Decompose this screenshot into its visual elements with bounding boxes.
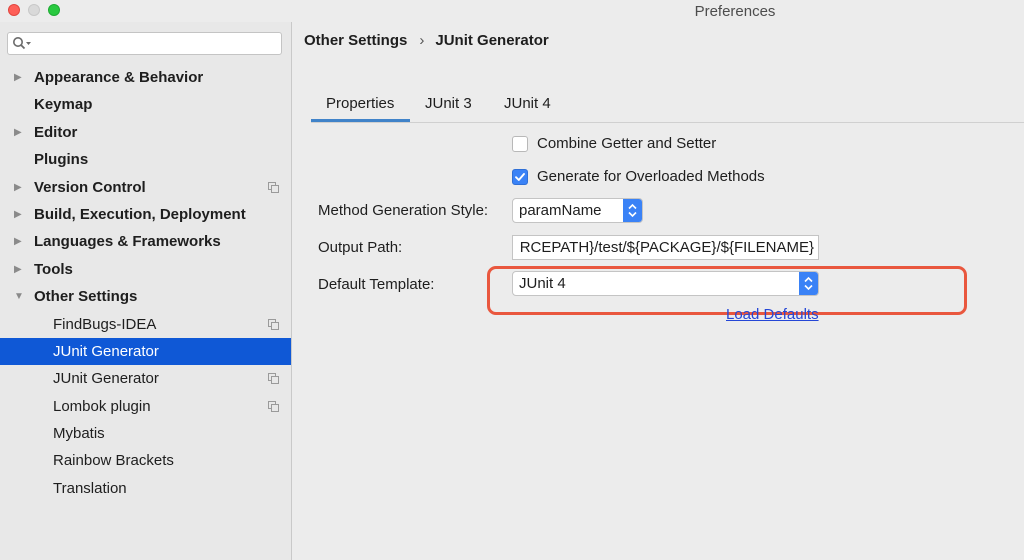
sidebar-item-translation[interactable]: Translation — [0, 475, 291, 502]
sidebar-item-label: Version Control — [34, 178, 146, 196]
method-generation-style-value: paramName — [519, 202, 602, 219]
sidebar-item-junit-generator[interactable]: JUnit Generator — [0, 365, 291, 392]
generate-overloaded-checkbox[interactable] — [512, 169, 528, 185]
load-defaults-link[interactable]: Load Defaults — [726, 306, 819, 323]
default-template-label: Default Template: — [318, 276, 435, 293]
output-path-field[interactable]: RCEPATH}/test/${PACKAGE}/${FILENAME} — [512, 235, 819, 260]
collapsed-arrow-icon[interactable]: ▶ — [14, 64, 22, 91]
search-icon — [13, 37, 31, 50]
sidebar-item-label: Appearance & Behavior — [34, 69, 204, 86]
sidebar-item-junit-generator[interactable]: JUnit Generator — [0, 337, 291, 366]
project-scope-icon — [268, 400, 279, 412]
settings-sidebar: ▶ Appearance & Behavior Keymap ▶ Editor Plugi… — [0, 22, 292, 560]
sidebar-item-other-settings[interactable]: ▼ Other Settings — [0, 283, 291, 310]
sidebar-item-lombok-plugin[interactable]: Lombok plugin — [0, 393, 291, 420]
sidebar-item-plugins[interactable]: Plugins — [0, 146, 291, 173]
sidebar-item-label: Editor — [34, 123, 78, 141]
sidebar-item-label: Plugins — [34, 151, 89, 169]
generate-overloaded-label[interactable]: Generate for Overloaded Methods — [537, 168, 765, 185]
tab-divider — [311, 122, 1024, 123]
minimize-window-button[interactable] — [28, 4, 40, 16]
sidebar-item-keymap[interactable]: Keymap — [0, 91, 291, 118]
sidebar-item-label: Build, Execution, Deployment — [34, 205, 246, 223]
tab-properties[interactable]: Properties — [311, 90, 410, 122]
breadcrumb-current: JUnit Generator — [435, 32, 549, 49]
sidebar-item-tools[interactable]: ▶ Tools — [0, 256, 291, 283]
settings-tree: ▶ Appearance & Behavior Keymap ▶ Editor Plugi… — [0, 64, 291, 502]
sidebar-item-languages-frameworks[interactable]: ▶ Languages & Frameworks — [0, 228, 291, 255]
output-path-value: RCEPATH}/test/${PACKAGE}/${FILENAME} — [519, 239, 814, 256]
tab-junit-4[interactable]: JUnit 4 — [489, 90, 566, 122]
sidebar-item-label: Keymap — [34, 96, 93, 114]
sidebar-item-version-control[interactable]: ▶ Version Control — [0, 174, 291, 201]
sidebar-item-editor[interactable]: ▶ Editor — [0, 119, 291, 146]
sidebar-item-mybatis[interactable]: Mybatis — [0, 420, 291, 447]
combine-getter-setter-label[interactable]: Combine Getter and Setter — [537, 135, 716, 152]
sidebar-item-rainbow-brackets[interactable]: Rainbow Brackets — [0, 447, 291, 474]
breadcrumb-separator: › — [419, 32, 425, 49]
sidebar-item-label: Languages & Frameworks — [34, 233, 221, 251]
collapsed-arrow-icon[interactable]: ▶ — [14, 201, 22, 228]
checkmark-icon — [515, 173, 525, 181]
sidebar-item-findbugs-idea[interactable]: FindBugs-IDEA — [0, 311, 291, 338]
select-stepper-icon — [623, 199, 642, 222]
collapsed-arrow-icon[interactable]: ▶ — [14, 256, 22, 283]
sidebar-item-build-execution-deployment[interactable]: ▶ Build, Execution, Deployment — [0, 201, 291, 228]
settings-search-input[interactable] — [7, 32, 282, 55]
window-title: Preferences — [694, 3, 776, 20]
method-generation-style-label: Method Generation Style: — [318, 202, 489, 219]
breadcrumb-parent[interactable]: Other Settings — [304, 32, 407, 49]
sidebar-item-label: JUnit Generator — [53, 370, 159, 388]
sidebar-item-label: Rainbow Brackets — [53, 452, 174, 470]
project-scope-icon — [268, 373, 279, 385]
sidebar-item-label: Lombok plugin — [53, 397, 151, 415]
combine-getter-setter-checkbox[interactable] — [512, 136, 528, 152]
method-generation-style-select[interactable]: paramName — [512, 198, 643, 223]
sidebar-item-label: FindBugs-IDEA — [53, 315, 157, 333]
output-path-label: Output Path: — [318, 239, 403, 256]
sidebar-item-label: Other Settings — [34, 288, 138, 306]
close-window-button[interactable] — [8, 4, 20, 16]
sidebar-item-label: Tools — [34, 260, 73, 278]
title-bar: Preferences — [0, 0, 1024, 22]
collapsed-arrow-icon[interactable]: ▶ — [14, 119, 22, 146]
sidebar-item-label: Translation — [53, 479, 127, 497]
tab-junit-3[interactable]: JUnit 3 — [410, 90, 487, 122]
sidebar-item-label: Mybatis — [53, 425, 105, 443]
collapsed-arrow-icon[interactable]: ▶ — [14, 228, 22, 255]
collapsed-arrow-icon[interactable]: ▶ — [14, 174, 22, 201]
breadcrumb: Other Settings › JUnit Generator — [304, 32, 549, 49]
maximize-window-button[interactable] — [48, 4, 60, 16]
project-scope-icon — [268, 318, 279, 330]
sidebar-item-appearance-behavior[interactable]: ▶ Appearance & Behavior — [0, 64, 291, 91]
sidebar-item-label: JUnit Generator — [53, 342, 159, 360]
project-scope-icon — [268, 181, 279, 193]
expanded-arrow-icon[interactable]: ▼ — [14, 283, 24, 310]
